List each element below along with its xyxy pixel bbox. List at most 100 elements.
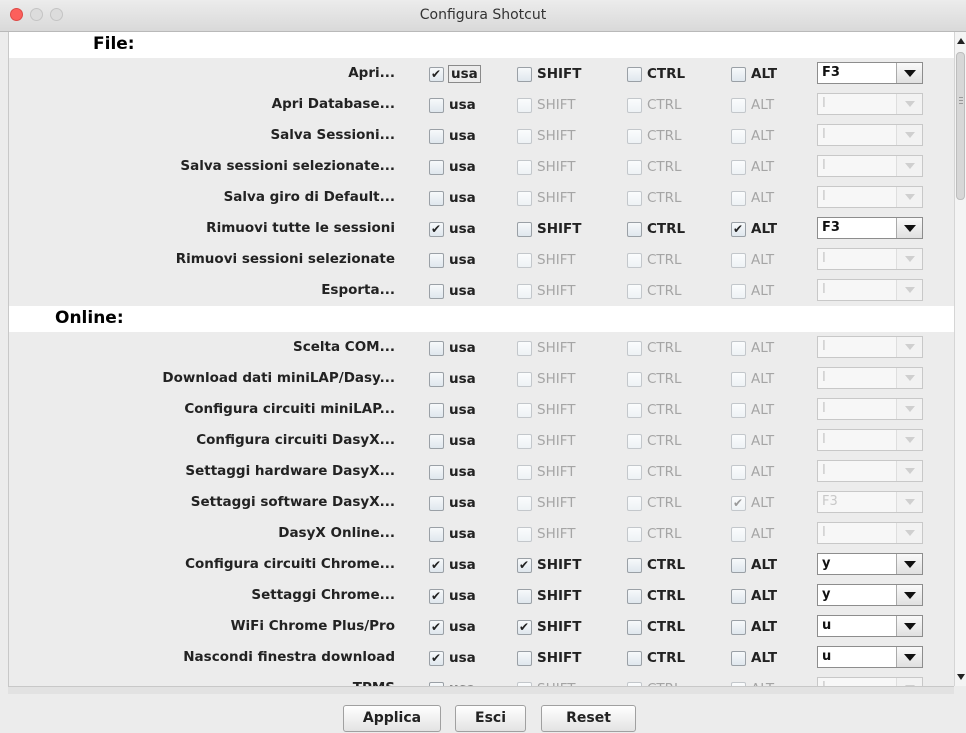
- checkbox-box[interactable]: [429, 557, 444, 573]
- shift-checkbox[interactable]: SHIFT: [517, 220, 581, 238]
- usa-checkbox[interactable]: usa: [429, 556, 476, 574]
- checkbox-box[interactable]: [517, 588, 532, 604]
- usa-checkbox[interactable]: usa: [429, 587, 476, 605]
- scroll-down-arrow-icon[interactable]: [957, 674, 965, 680]
- shortcut-list-scrollarea[interactable]: File: Apri... usa SHIFT CTRL ALT F3 Apri Databa…: [8, 32, 954, 686]
- checkbox-box[interactable]: [429, 371, 444, 387]
- usa-checkbox[interactable]: usa: [429, 189, 476, 207]
- checkbox-box[interactable]: [517, 221, 532, 237]
- usa-checkbox[interactable]: usa: [429, 401, 476, 419]
- checkbox-box[interactable]: [429, 433, 444, 449]
- alt-checkbox[interactable]: ALT: [731, 220, 777, 238]
- usa-checkbox[interactable]: usa: [429, 127, 476, 145]
- apply-button[interactable]: Applica: [343, 705, 441, 732]
- checkbox-box[interactable]: [429, 66, 444, 82]
- checkbox-label: ALT: [751, 66, 778, 82]
- checkbox-box[interactable]: [429, 340, 444, 356]
- key-combobox[interactable]: u: [817, 646, 923, 668]
- checkbox-box[interactable]: [731, 588, 746, 604]
- action-label: Settaggi software DasyX...: [190, 494, 395, 510]
- checkbox-box[interactable]: [429, 252, 444, 268]
- checkbox-box[interactable]: [517, 619, 532, 635]
- usa-checkbox[interactable]: usa: [429, 282, 476, 300]
- chevron-down-icon[interactable]: [896, 616, 922, 636]
- usa-checkbox[interactable]: usa: [429, 251, 476, 269]
- shift-checkbox[interactable]: SHIFT: [517, 649, 581, 667]
- alt-checkbox: ALT: [731, 370, 774, 388]
- checkbox-box[interactable]: [517, 557, 532, 573]
- usa-checkbox[interactable]: usa: [429, 432, 476, 450]
- ctrl-checkbox[interactable]: CTRL: [627, 65, 685, 83]
- checkbox-box[interactable]: [627, 650, 642, 666]
- checkbox-box[interactable]: [429, 495, 444, 511]
- checkbox-box[interactable]: [429, 190, 444, 206]
- shift-checkbox[interactable]: SHIFT: [517, 587, 581, 605]
- checkbox-box: [627, 159, 642, 175]
- checkbox-box[interactable]: [517, 650, 532, 666]
- key-combobox[interactable]: F3: [817, 217, 923, 239]
- shift-checkbox[interactable]: SHIFT: [517, 618, 581, 636]
- usa-checkbox[interactable]: usa: [429, 65, 481, 83]
- usa-checkbox[interactable]: usa: [429, 339, 476, 357]
- chevron-down-icon[interactable]: [896, 218, 922, 238]
- usa-checkbox[interactable]: usa: [429, 463, 476, 481]
- chevron-down-icon[interactable]: [896, 647, 922, 667]
- usa-checkbox[interactable]: usa: [429, 96, 476, 114]
- checkbox-box[interactable]: [731, 221, 746, 237]
- checkbox-box[interactable]: [731, 650, 746, 666]
- ctrl-checkbox[interactable]: CTRL: [627, 556, 685, 574]
- usa-checkbox[interactable]: usa: [429, 220, 476, 238]
- ctrl-checkbox[interactable]: CTRL: [627, 220, 685, 238]
- usa-checkbox[interactable]: usa: [429, 370, 476, 388]
- vertical-scrollbar[interactable]: [954, 32, 966, 686]
- alt-checkbox[interactable]: ALT: [731, 618, 777, 636]
- checkbox-box[interactable]: [731, 619, 746, 635]
- checkbox-box[interactable]: [429, 619, 444, 635]
- alt-checkbox[interactable]: ALT: [731, 587, 777, 605]
- checkbox-box[interactable]: [627, 557, 642, 573]
- checkbox-box[interactable]: [627, 221, 642, 237]
- ctrl-checkbox[interactable]: CTRL: [627, 649, 685, 667]
- ctrl-checkbox[interactable]: CTRL: [627, 618, 685, 636]
- usa-checkbox[interactable]: usa: [429, 618, 476, 636]
- checkbox-box[interactable]: [429, 526, 444, 542]
- checkbox-box[interactable]: [429, 283, 444, 299]
- checkbox-box[interactable]: [429, 402, 444, 418]
- checkbox-box[interactable]: [731, 66, 746, 82]
- checkbox-box[interactable]: [429, 128, 444, 144]
- usa-checkbox[interactable]: usa: [429, 158, 476, 176]
- horizontal-scrollbar[interactable]: [8, 686, 954, 694]
- shift-checkbox[interactable]: SHIFT: [517, 556, 581, 574]
- ctrl-checkbox[interactable]: CTRL: [627, 587, 685, 605]
- checkbox-box[interactable]: [429, 221, 444, 237]
- exit-button[interactable]: Esci: [455, 705, 526, 732]
- checkbox-box[interactable]: [627, 66, 642, 82]
- checkbox-box[interactable]: [429, 97, 444, 113]
- usa-checkbox[interactable]: usa: [429, 525, 476, 543]
- checkbox-box[interactable]: [627, 588, 642, 604]
- checkbox-box[interactable]: [731, 557, 746, 573]
- checkbox-box[interactable]: [517, 66, 532, 82]
- key-combobox[interactable]: y: [817, 584, 923, 606]
- key-combobox[interactable]: y: [817, 553, 923, 575]
- key-combobox[interactable]: F3: [817, 62, 923, 84]
- checkbox-box[interactable]: [429, 588, 444, 604]
- shift-checkbox[interactable]: SHIFT: [517, 65, 581, 83]
- alt-checkbox[interactable]: ALT: [731, 65, 777, 83]
- reset-button[interactable]: Reset: [541, 705, 636, 732]
- scroll-up-arrow-icon[interactable]: [957, 38, 965, 44]
- checkbox-box[interactable]: [429, 650, 444, 666]
- alt-checkbox[interactable]: ALT: [731, 649, 777, 667]
- usa-checkbox[interactable]: usa: [429, 494, 476, 512]
- chevron-down-icon[interactable]: [896, 585, 922, 605]
- checkbox-box[interactable]: [627, 619, 642, 635]
- checkbox-box[interactable]: [429, 159, 444, 175]
- key-combobox[interactable]: u: [817, 615, 923, 637]
- chevron-down-icon[interactable]: [896, 554, 922, 574]
- checkbox-label: ALT: [751, 283, 775, 299]
- alt-checkbox[interactable]: ALT: [731, 556, 777, 574]
- usa-checkbox[interactable]: usa: [429, 649, 476, 667]
- chevron-down-icon[interactable]: [896, 63, 922, 83]
- checkbox-box[interactable]: [429, 464, 444, 480]
- scrollbar-thumb[interactable]: [956, 52, 965, 200]
